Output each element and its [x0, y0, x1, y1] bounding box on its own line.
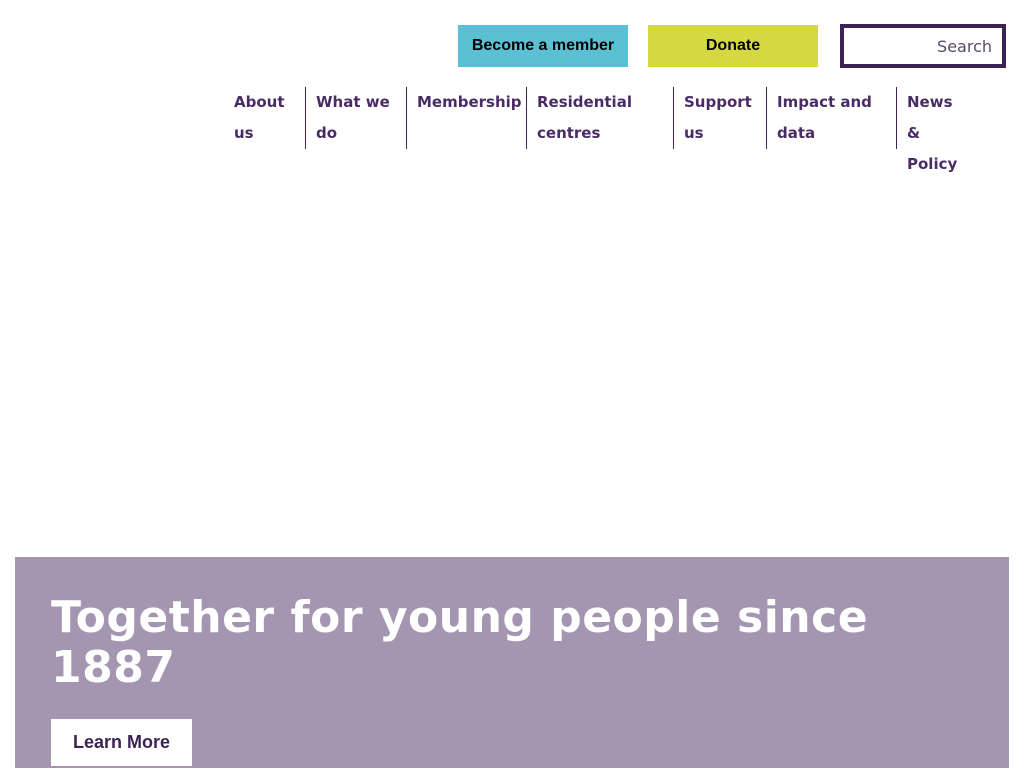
nav-item-support-us[interactable]: Support us [673, 87, 766, 149]
nav-item-membership[interactable]: Membership [406, 87, 526, 149]
nav-item-news-policy[interactable]: News & Policy [896, 87, 976, 173]
hero-banner: Together for young people since 1887 Lea… [15, 557, 1009, 768]
search-box [840, 24, 1006, 68]
learn-more-button[interactable]: Learn More [51, 719, 192, 766]
become-member-button[interactable]: Become a member [458, 25, 628, 67]
nav-item-what-we-do[interactable]: What we do [305, 87, 406, 149]
search-input[interactable] [844, 28, 1002, 64]
nav-item-about-us[interactable]: About us [224, 87, 305, 149]
hero-title: Together for young people since 1887 [51, 592, 869, 693]
page: Become a member Donate About us What we … [0, 0, 1024, 768]
nav-item-impact-and-data[interactable]: Impact and data [766, 87, 896, 149]
nav-item-residential-centres[interactable]: Residential centres [526, 87, 673, 149]
main-nav: About us What we do Membership Residenti… [224, 87, 976, 173]
donate-button[interactable]: Donate [648, 25, 818, 67]
